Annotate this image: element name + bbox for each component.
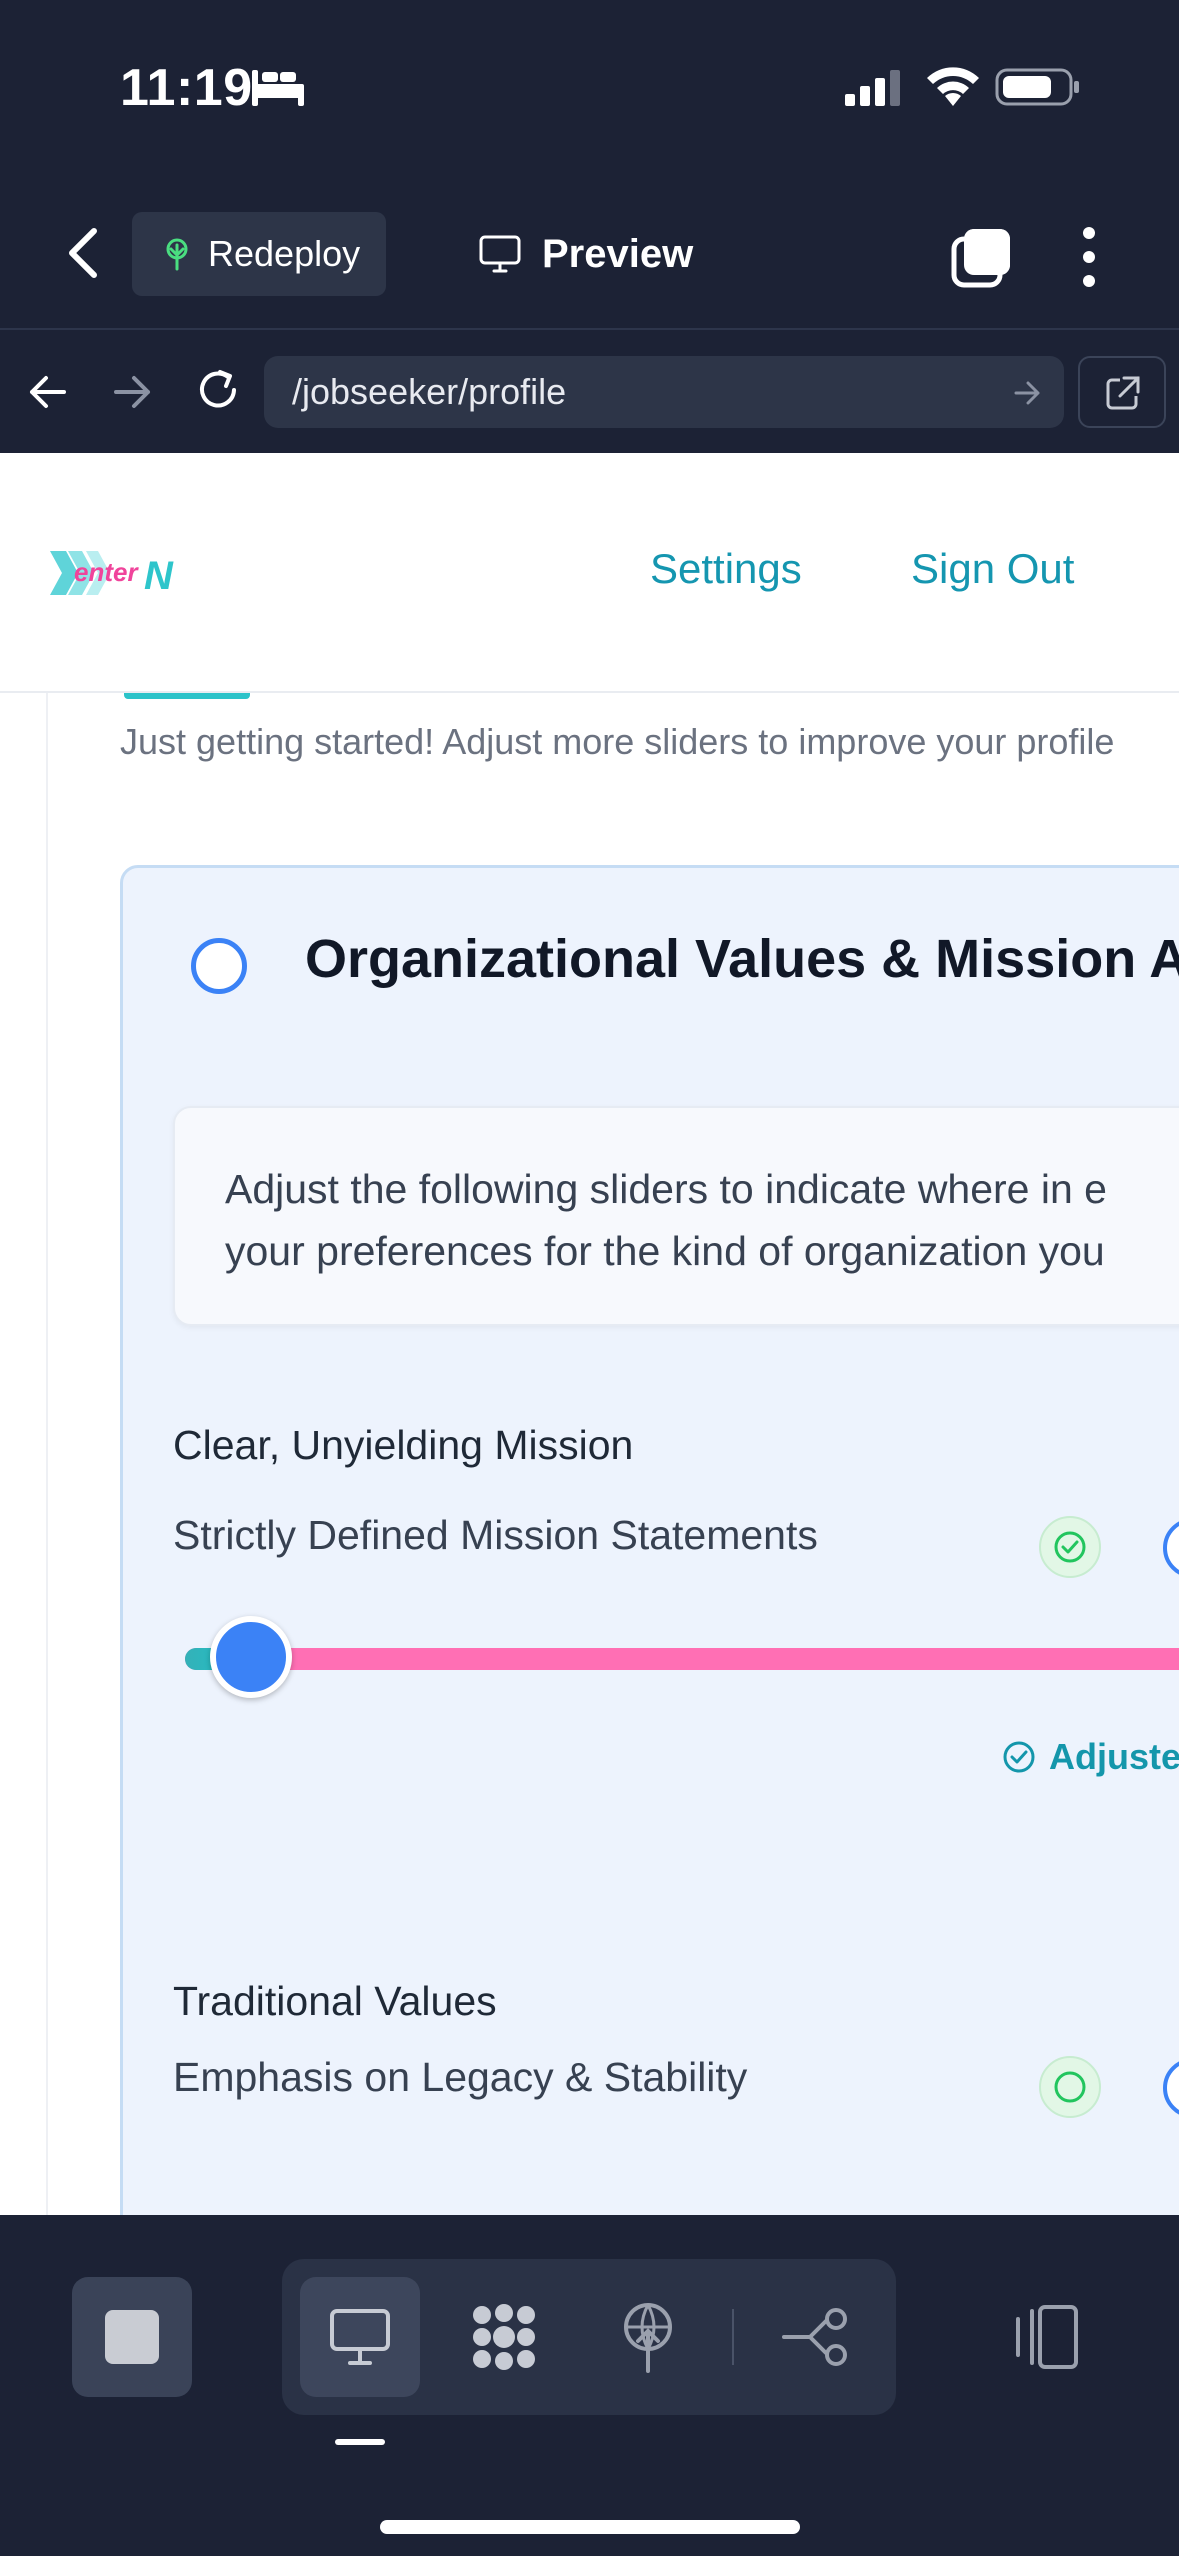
- section-instructions: Adjust the following sliders to indicate…: [173, 1106, 1179, 1326]
- svg-text:N: N: [144, 554, 174, 598]
- site-navbar: enter N Settings Sign Out: [0, 453, 1179, 693]
- svg-text:enter: enter: [74, 557, 139, 587]
- tool-group: [282, 2259, 896, 2415]
- group-heading-mission: Clear, Unyielding Mission: [173, 1422, 634, 1468]
- mission-slider-thumb[interactable]: [210, 1616, 292, 1698]
- preview-label: Preview: [542, 231, 694, 276]
- redeploy-button[interactable]: Redeploy: [132, 212, 386, 296]
- section-complete-radio[interactable]: [191, 938, 247, 994]
- nav-signout-link[interactable]: Sign Out: [911, 545, 1074, 593]
- battery-icon: [995, 68, 1079, 106]
- preview-button[interactable]: Preview: [478, 212, 693, 296]
- help-button[interactable]: ?: [1163, 1518, 1179, 1578]
- nav-settings-link[interactable]: Settings: [650, 545, 802, 593]
- more-vertical-icon[interactable]: [1075, 223, 1103, 291]
- sleep-icon: [252, 70, 304, 106]
- tool-divider: [732, 2309, 734, 2365]
- browser-toolbar: /jobseeker/profile: [0, 332, 1179, 453]
- instructions-line-1: Adjust the following sliders to indicate…: [225, 1166, 1107, 1212]
- check-circle-small-icon: [1003, 1741, 1035, 1773]
- adjusted-label: Adjuste: [1049, 1736, 1179, 1777]
- arrow-left-icon[interactable]: [24, 368, 72, 416]
- status-bar: 11:19: [0, 0, 1179, 175]
- cellular-signal-icon: [845, 70, 900, 106]
- reload-icon[interactable]: [192, 364, 244, 416]
- layout-toggle-icon[interactable]: [1010, 2297, 1082, 2377]
- external-link-icon: [1106, 376, 1140, 410]
- desktop-tool[interactable]: [300, 2277, 420, 2397]
- monitor-icon: [479, 235, 521, 273]
- progress-hint: Just getting started! Adjust more slider…: [120, 721, 1115, 762]
- home-indicator: [380, 2520, 800, 2534]
- packages-tool[interactable]: [444, 2277, 564, 2397]
- deploy-tool[interactable]: [588, 2277, 708, 2397]
- bottom-toolbar: [0, 2215, 1179, 2556]
- desktop-icon: [330, 2309, 390, 2365]
- stop-icon: [105, 2310, 159, 2364]
- grid-dots-icon: [473, 2304, 535, 2370]
- instructions-line-2: your preferences for the kind of organiz…: [225, 1228, 1105, 1274]
- slider-label-mission-statements: Strictly Defined Mission Statements: [173, 1512, 818, 1558]
- profile-page: Just getting started! Adjust more slider…: [0, 693, 1179, 2215]
- tabs-icon[interactable]: [950, 225, 1014, 289]
- slider-label-legacy-stability: Emphasis on Legacy & Stability: [173, 2054, 748, 2100]
- entern-logo[interactable]: enter N: [48, 545, 188, 601]
- stop-button[interactable]: [72, 2277, 192, 2397]
- group-heading-traditional: Traditional Values: [173, 1978, 497, 2024]
- url-text: /jobseeker/profile: [292, 371, 567, 412]
- sprout-icon: [166, 238, 188, 271]
- workflow-icon: [782, 2308, 847, 2366]
- check-circle-icon: [1039, 1516, 1101, 1578]
- values-section-card: Organizational Values & Mission A Adjust…: [120, 865, 1179, 2215]
- section-title: Organizational Values & Mission A: [305, 929, 1179, 989]
- open-external-button[interactable]: [1078, 356, 1166, 428]
- web-viewport: enter N Settings Sign Out Just getting s…: [0, 453, 1179, 2215]
- deploy-globe-icon: [624, 2303, 672, 2373]
- adjusted-status: Adjuste: [1001, 1736, 1179, 1778]
- status-time: 11:19: [120, 59, 253, 117]
- help-button-2[interactable]: [1163, 2058, 1179, 2118]
- mission-slider-track[interactable]: [185, 1648, 1179, 1670]
- workflow-tool[interactable]: [756, 2277, 876, 2397]
- redeploy-label: Redeploy: [208, 233, 361, 274]
- arrow-right-icon[interactable]: [108, 368, 156, 416]
- active-tab-indicator: [335, 2439, 385, 2445]
- app-header: Redeploy Preview: [0, 175, 1179, 330]
- url-field[interactable]: /jobseeker/profile: [264, 356, 1064, 428]
- profile-progress-bar: [124, 693, 250, 699]
- back-chevron-icon[interactable]: [60, 225, 110, 281]
- check-circle-icon-2: [1039, 2056, 1101, 2118]
- wifi-icon: [927, 67, 979, 106]
- go-arrow-icon[interactable]: [1012, 378, 1042, 408]
- sidebar-divider: [46, 693, 48, 2215]
